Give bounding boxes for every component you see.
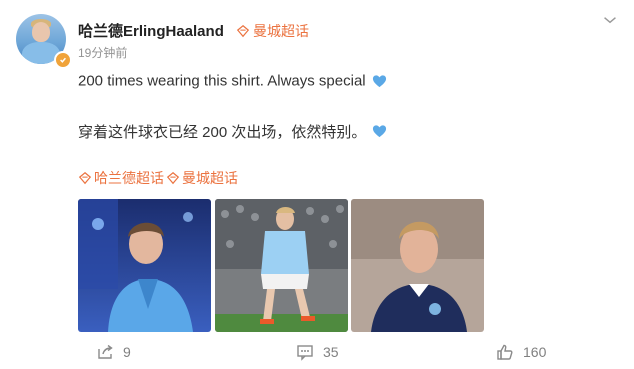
diamond-topic-icon [78, 171, 92, 185]
share-icon [98, 344, 113, 359]
post-text-en: 200 times wearing this shirt. Always spe… [78, 72, 366, 90]
photo-3[interactable] [351, 199, 484, 332]
photo-match-action [215, 199, 348, 332]
post-text-chinese: 穿着这件球衣已经 200 次出场，依然特别。 [78, 121, 387, 142]
photo-1[interactable] [78, 199, 211, 332]
supertopic-label: 曼城超话 [253, 23, 309, 39]
post-timestamp: 19分钟前 [78, 46, 128, 60]
avatar-head [32, 22, 50, 42]
more-options-chevron-down-icon[interactable] [601, 13, 619, 27]
thumbs-up-icon [497, 344, 513, 360]
author-name[interactable]: 哈兰德ErlingHaaland [78, 20, 224, 41]
share-button[interactable]: 9 [96, 343, 131, 361]
photo-2[interactable] [215, 199, 348, 332]
tag-label: 曼城超话 [182, 170, 238, 186]
comment-icon [297, 345, 313, 361]
post-text-zh: 穿着这件球衣已经 200 次出场，依然特别。 [78, 124, 367, 141]
diamond-topic-icon [236, 24, 250, 38]
like-button[interactable]: 160 [496, 343, 546, 361]
tag-label: 哈兰德超话 [94, 170, 164, 186]
tag-haaland-supertopic[interactable]: 哈兰德超话 [78, 168, 164, 188]
diamond-topic-icon [166, 171, 180, 185]
blue-heart-icon [373, 125, 387, 138]
photo-portrait-navy-kit [351, 199, 484, 332]
post-text-english: 200 times wearing this shirt. Always spe… [78, 72, 387, 90]
blue-heart-icon [372, 74, 386, 87]
verified-badge-icon [54, 51, 72, 69]
share-count: 9 [123, 344, 131, 360]
supertopic-link[interactable]: 曼城超话 [236, 21, 309, 41]
photo-portrait-blue-jacket [78, 199, 211, 332]
topic-tags: 哈兰德超话 曼城超话 [78, 168, 240, 188]
comment-button[interactable]: 35 [296, 343, 339, 361]
tag-mancity-supertopic[interactable]: 曼城超话 [166, 168, 238, 188]
comment-count: 35 [323, 344, 339, 360]
like-count: 160 [523, 344, 547, 360]
